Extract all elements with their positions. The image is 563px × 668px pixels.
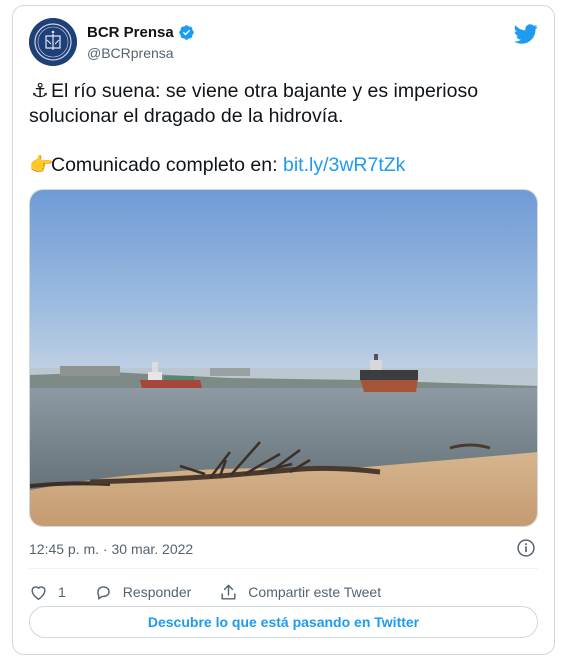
tweet-text: ⚓ El río suena: se viene otra bajante y e… bbox=[29, 79, 529, 178]
anchor-emoji: ⚓ bbox=[31, 80, 49, 102]
like-button[interactable]: 1 bbox=[29, 583, 66, 602]
twitter-bird-icon[interactable] bbox=[514, 22, 538, 46]
divider bbox=[29, 568, 538, 569]
tweet-header: BCR Prensa @BCRprensa bbox=[29, 18, 538, 66]
reply-icon bbox=[96, 585, 110, 600]
river-ships-photo bbox=[30, 190, 537, 526]
reply-button[interactable]: Responder bbox=[94, 583, 192, 602]
author-handle[interactable]: @BCRprensa bbox=[87, 45, 195, 61]
tweet-link[interactable]: bit.ly/3wR7tZk bbox=[283, 154, 405, 176]
tweet-line-2: Comunicado completo en: bbox=[51, 154, 283, 176]
discover-twitter-button[interactable]: Descubre lo que está pasando en Twitter bbox=[29, 606, 538, 638]
info-icon[interactable] bbox=[516, 538, 536, 558]
bcr-seal-logo bbox=[29, 18, 77, 66]
tweet-line-1: El río suena: se viene otra bajante y es… bbox=[29, 80, 479, 127]
tweet-photo[interactable] bbox=[29, 189, 538, 527]
tweet-actions: 1 Responder Compartir este Tweet bbox=[29, 576, 538, 608]
author-block: BCR Prensa @BCRprensa bbox=[87, 24, 195, 61]
heart-icon bbox=[31, 585, 46, 600]
like-count: 1 bbox=[58, 584, 66, 600]
share-button[interactable]: Compartir este Tweet bbox=[219, 583, 381, 602]
tweet-meta: 12:45 p. m. · 30 mar. 2022 bbox=[29, 538, 538, 560]
author-name[interactable]: BCR Prensa bbox=[87, 24, 174, 41]
embedded-tweet-card: BCR Prensa @BCRprensa ⚓ El río suena: se … bbox=[12, 5, 555, 655]
share-icon bbox=[221, 584, 236, 600]
tweet-timestamp[interactable]: 12:45 p. m. · 30 mar. 2022 bbox=[29, 541, 193, 557]
avatar[interactable] bbox=[29, 18, 77, 66]
share-label: Compartir este Tweet bbox=[248, 584, 382, 600]
pointing-hand-emoji: 👉 bbox=[29, 154, 54, 176]
verified-badge-icon bbox=[178, 25, 194, 40]
reply-label: Responder bbox=[122, 584, 192, 600]
